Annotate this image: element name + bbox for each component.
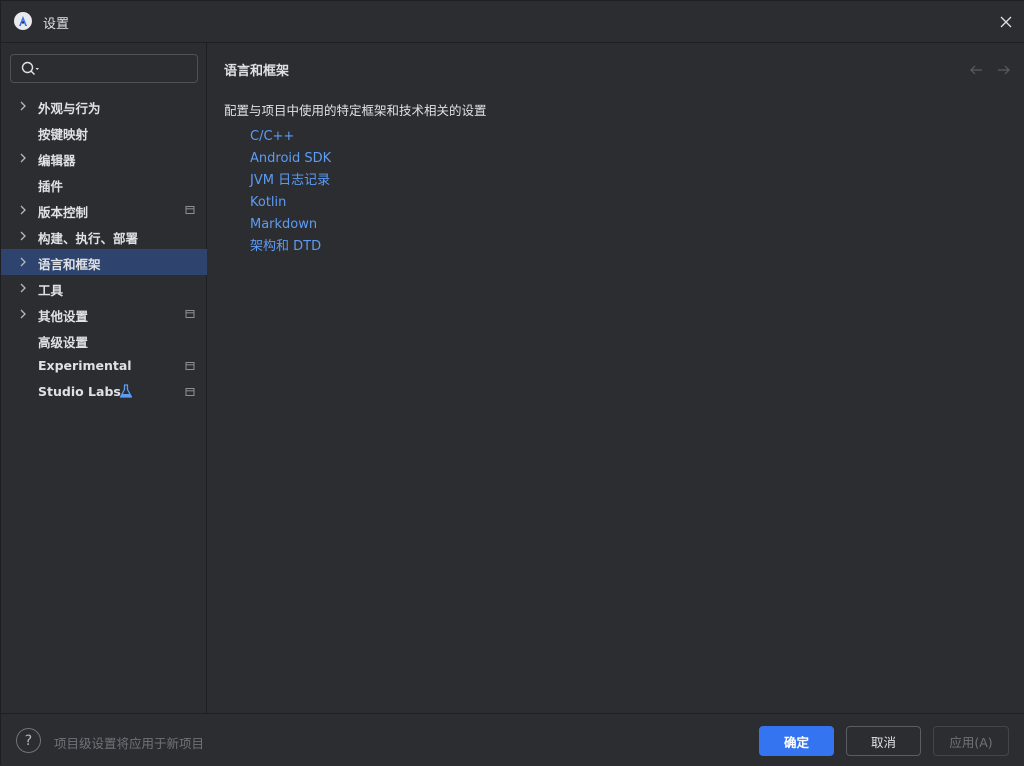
settings-content: 语言和框架 配置与项目中使用的特定框架和技术相关的设置 C/C++ Androi… xyxy=(207,43,1024,713)
sidebar-item-label: Studio Labs xyxy=(38,384,121,399)
link-cpp[interactable]: C/C++ xyxy=(250,128,331,150)
chevron-right-icon[interactable] xyxy=(17,308,29,320)
android-studio-icon xyxy=(14,12,32,30)
sidebar-item-label: 版本控制 xyxy=(38,205,89,220)
chevron-right-icon[interactable] xyxy=(17,230,29,242)
cancel-button[interactable]: 取消 xyxy=(846,726,921,756)
sidebar-item-label: 工具 xyxy=(38,283,64,298)
settings-tree: 外观与行为 按键映射 编辑器 插件 版本控制 构建、执行、部署 语言和框架 工具… xyxy=(1,93,207,405)
sidebar-item-label: 其他设置 xyxy=(38,309,89,324)
link-markdown[interactable]: Markdown xyxy=(250,216,331,238)
framework-links: C/C++ Android SDK JVM 日志记录 Kotlin Markdo… xyxy=(250,128,331,260)
link-android-sdk[interactable]: Android SDK xyxy=(250,150,331,172)
close-icon xyxy=(1000,16,1012,28)
project-scope-icon xyxy=(185,310,195,318)
chevron-right-icon[interactable] xyxy=(17,282,29,294)
sidebar-item-build-execution-deployment[interactable]: 构建、执行、部署 xyxy=(1,223,207,249)
project-scope-icon xyxy=(185,388,195,396)
arrow-left-icon[interactable] xyxy=(969,63,983,77)
sidebar-item-tools[interactable]: 工具 xyxy=(1,275,207,301)
sidebar-item-keymap[interactable]: 按键映射 xyxy=(1,119,207,145)
sidebar-item-label: Experimental xyxy=(38,358,132,373)
link-kotlin[interactable]: Kotlin xyxy=(250,194,331,216)
chevron-right-icon[interactable] xyxy=(17,100,29,112)
sidebar-item-label: 高级设置 xyxy=(38,335,89,350)
help-button[interactable]: ? xyxy=(16,728,41,753)
apply-button[interactable]: 应用(A) xyxy=(933,726,1009,756)
sidebar-item-other-settings[interactable]: 其他设置 xyxy=(1,301,207,327)
project-scope-icon xyxy=(185,362,195,370)
footer-note: 项目级设置将应用于新项目 xyxy=(54,736,205,751)
sidebar-item-label: 外观与行为 xyxy=(38,101,101,116)
chevron-right-icon[interactable] xyxy=(17,256,29,268)
title-bar: 设置 xyxy=(1,1,1024,43)
chevron-right-icon[interactable] xyxy=(17,204,29,216)
sidebar-item-editor[interactable]: 编辑器 xyxy=(1,145,207,171)
sidebar-item-label: 语言和框架 xyxy=(38,257,101,272)
chevron-right-icon[interactable] xyxy=(17,152,29,164)
ok-button[interactable]: 确定 xyxy=(759,726,834,756)
sidebar-item-appearance-behavior[interactable]: 外观与行为 xyxy=(1,93,207,119)
sidebar-item-studio-labs[interactable]: Studio Labs xyxy=(1,379,207,405)
sidebar-item-experimental[interactable]: Experimental xyxy=(1,353,207,379)
sidebar-item-plugins[interactable]: 插件 xyxy=(1,171,207,197)
search-box[interactable] xyxy=(10,54,198,83)
sidebar-item-label: 构建、执行、部署 xyxy=(38,231,139,246)
page-title: 语言和框架 xyxy=(224,64,290,79)
sidebar-item-label: 按键映射 xyxy=(38,127,89,142)
sidebar-item-label: 编辑器 xyxy=(38,153,76,168)
project-scope-icon xyxy=(185,206,195,214)
sidebar-item-advanced-settings[interactable]: 高级设置 xyxy=(1,327,207,353)
link-jvm-logging[interactable]: JVM 日志记录 xyxy=(250,172,331,194)
sidebar-item-languages-frameworks[interactable]: 语言和框架 xyxy=(1,249,207,275)
dialog-footer: ? 项目级设置将应用于新项目 确定 取消 应用(A) xyxy=(1,713,1024,766)
flask-icon xyxy=(119,384,133,398)
settings-sidebar: 外观与行为 按键映射 编辑器 插件 版本控制 构建、执行、部署 语言和框架 工具… xyxy=(1,43,207,713)
settings-dialog: 设置 外观与行为 按键映射 编辑器 插件 版本控制 构建、执行、部署 语言和框架… xyxy=(0,0,1024,766)
search-icon[interactable] xyxy=(21,61,41,77)
sidebar-item-label: 插件 xyxy=(38,179,64,194)
window-title: 设置 xyxy=(43,17,70,32)
arrow-right-icon[interactable] xyxy=(997,63,1011,77)
page-description: 配置与项目中使用的特定框架和技术相关的设置 xyxy=(224,103,487,118)
close-button[interactable] xyxy=(995,11,1017,33)
sidebar-item-version-control[interactable]: 版本控制 xyxy=(1,197,207,223)
search-input[interactable] xyxy=(47,58,192,79)
link-schemas-dtds[interactable]: 架构和 DTD xyxy=(250,238,331,260)
